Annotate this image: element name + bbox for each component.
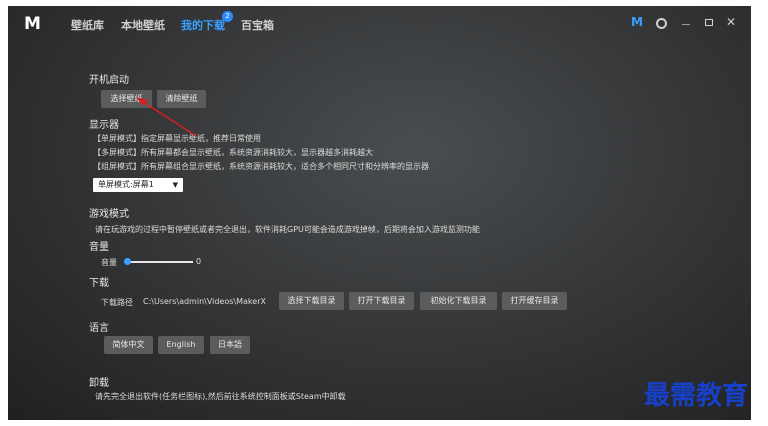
watermark-logo-text: 最需教育 (644, 381, 749, 411)
annotation-arrow (136, 97, 197, 137)
app-window: M 壁纸库 本地壁纸 我的下载 2 百宝箱 M ✕ 开机启动 选择壁纸 清除壁纸… (8, 6, 751, 420)
